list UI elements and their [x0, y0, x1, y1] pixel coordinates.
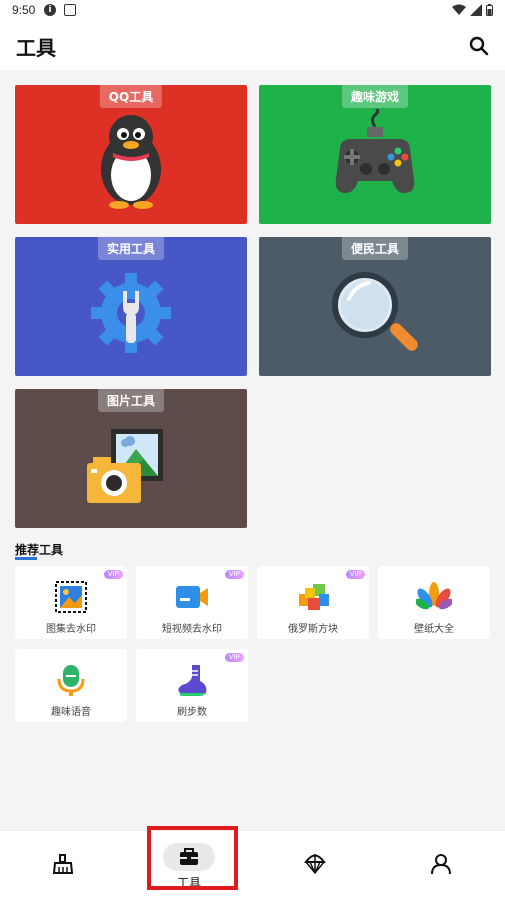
microphone-icon — [57, 665, 85, 696]
signal-icon — [470, 4, 482, 16]
camera-picture-icon — [87, 429, 163, 503]
tool-fun-voice[interactable]: 趣味语音 — [15, 649, 127, 722]
image-crop-icon — [55, 581, 87, 613]
penguin-icon — [101, 115, 161, 209]
nav-item-discover[interactable] — [252, 831, 378, 897]
gamepad-icon — [335, 109, 415, 193]
status-bar: 9:50 i — [0, 0, 505, 22]
sneaker-icon — [178, 665, 207, 696]
category-card-image[interactable]: 图片工具 — [15, 389, 247, 528]
recommended-title-text: 推荐工具 — [15, 543, 64, 557]
category-label: 图片工具 — [97, 389, 165, 412]
tool-label: 刷步数 — [177, 707, 207, 718]
tool-label: 图集去水印 — [46, 624, 96, 635]
vip-badge: VIP — [224, 570, 244, 579]
profile-icon — [431, 854, 451, 875]
magnifier-icon — [332, 272, 418, 351]
category-card-convenience[interactable]: 便民工具 — [259, 237, 491, 376]
category-label: QQ工具 — [99, 85, 163, 108]
vip-badge: VIP — [345, 570, 365, 579]
blocks-icon — [299, 584, 329, 610]
tool-label: 俄罗斯方块 — [288, 624, 338, 635]
tool-video-watermark[interactable]: VIP 短视频去水印 — [136, 566, 248, 639]
category-label: 实用工具 — [97, 237, 165, 260]
parachute-icon — [304, 854, 326, 875]
vip-badge: VIP — [224, 653, 244, 662]
info-icon: i — [44, 4, 56, 16]
status-time: 9:50 — [12, 3, 36, 17]
nav-item-profile[interactable] — [378, 831, 504, 897]
tool-label: 壁纸大全 — [414, 624, 454, 635]
category-card-qq[interactable]: QQ工具 — [15, 85, 247, 224]
flower-icon — [416, 582, 452, 610]
category-card-utility[interactable]: 实用工具 — [15, 237, 247, 376]
category-label: 趣味游戏 — [341, 85, 409, 108]
nav-item-clean[interactable] — [0, 831, 126, 897]
wrench-gear-icon — [91, 273, 171, 353]
tool-wallpaper[interactable]: 壁纸大全 — [378, 566, 490, 639]
broom-icon — [52, 854, 74, 874]
title-underline — [15, 557, 37, 560]
video-camera-icon — [176, 586, 208, 608]
tool-label: 趣味语音 — [51, 707, 91, 718]
vip-badge: VIP — [103, 570, 123, 579]
page-title: 工具 — [16, 36, 56, 60]
selection-highlight-box — [147, 826, 238, 890]
tool-tetris[interactable]: VIP 俄罗斯方块 — [257, 566, 369, 639]
search-icon[interactable] — [467, 34, 491, 58]
recommended-title: 推荐工具 — [15, 541, 64, 560]
app-bar: 工具 — [0, 22, 505, 70]
accessibility-icon — [64, 4, 76, 16]
bottom-nav: 工具 — [0, 830, 505, 897]
wifi-icon — [452, 4, 466, 15]
tool-label: 短视频去水印 — [162, 624, 222, 635]
tool-step-count[interactable]: VIP 刷步数 — [136, 649, 248, 722]
battery-icon — [486, 4, 493, 16]
tool-image-watermark[interactable]: VIP 图集去水印 — [15, 566, 127, 639]
category-card-games[interactable]: 趣味游戏 — [259, 85, 491, 224]
category-label: 便民工具 — [341, 237, 409, 260]
